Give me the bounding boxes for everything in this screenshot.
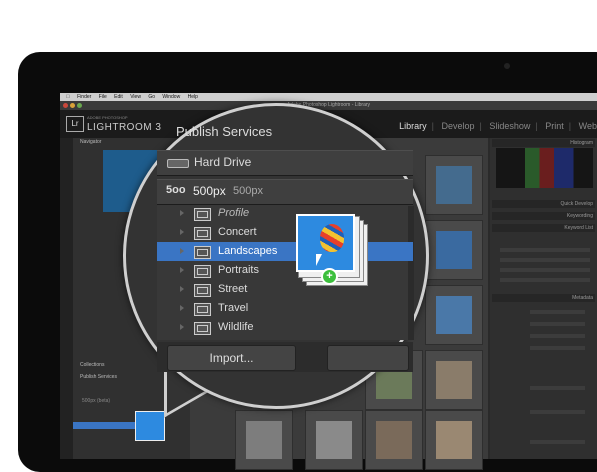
menu-bar:  Finder File Edit View Go Window Help bbox=[60, 93, 597, 101]
collection-label: Street bbox=[218, 283, 248, 295]
menu-finder[interactable]: Finder bbox=[77, 94, 91, 100]
module-separator: | bbox=[479, 121, 482, 131]
expand-arrow-icon[interactable] bbox=[180, 267, 184, 273]
keyword-row[interactable] bbox=[500, 258, 590, 262]
keyword-row[interactable] bbox=[500, 268, 590, 272]
close-window-button[interactable] bbox=[63, 103, 68, 108]
expand-arrow-icon[interactable] bbox=[180, 305, 184, 311]
thumbnail-photo bbox=[436, 231, 472, 269]
mouse-cursor-icon bbox=[316, 254, 322, 266]
collection-icon bbox=[194, 284, 211, 297]
apple-icon[interactable]:  bbox=[66, 94, 70, 100]
metadata-header[interactable]: Metadata bbox=[492, 294, 595, 302]
collection-icon bbox=[194, 208, 211, 221]
menu-window[interactable]: Window bbox=[162, 94, 180, 100]
collection-icon bbox=[194, 303, 211, 316]
metadata-field[interactable] bbox=[530, 346, 585, 350]
expand-arrow-icon[interactable] bbox=[180, 229, 184, 235]
expand-arrow-icon[interactable] bbox=[180, 210, 184, 216]
thumbnail-cell[interactable] bbox=[425, 155, 483, 215]
collection-label: Travel bbox=[218, 302, 249, 314]
collection-label: Portraits bbox=[218, 264, 259, 276]
thumbnail-cell[interactable] bbox=[305, 410, 363, 470]
menu-edit[interactable]: Edit bbox=[114, 94, 123, 100]
app-name: LIGHTROOM 3 bbox=[87, 122, 162, 133]
zoom-window-button[interactable] bbox=[77, 103, 82, 108]
metadata-field[interactable] bbox=[530, 386, 585, 390]
keyword-row[interactable] bbox=[500, 248, 590, 252]
webcam-icon bbox=[504, 63, 510, 69]
publish-services-header[interactable]: Publish Services bbox=[80, 374, 117, 380]
module-picker: Library | Develop | Slideshow | Print | Web bbox=[399, 121, 597, 131]
service-account: 500px bbox=[233, 185, 263, 197]
thumbnail-photo bbox=[246, 421, 282, 459]
keywording-header[interactable]: Keywording bbox=[492, 212, 595, 220]
keyword-row[interactable] bbox=[500, 278, 590, 282]
module-develop[interactable]: Develop bbox=[442, 121, 475, 131]
thumbnail-cell[interactable] bbox=[425, 410, 483, 470]
collection-label: Concert bbox=[218, 226, 257, 238]
lightroom-logo: Lr bbox=[66, 116, 84, 132]
metadata-field[interactable] bbox=[530, 410, 585, 414]
collection-icon bbox=[194, 246, 211, 259]
module-separator: | bbox=[431, 121, 434, 131]
hard-drive-label: Hard Drive bbox=[194, 155, 252, 169]
window-titlebar: Adobe Photoshop Lightroom - Library bbox=[60, 101, 597, 110]
mini-service-label[interactable]: 500px (beta) bbox=[82, 398, 110, 404]
module-web[interactable]: Web bbox=[579, 121, 597, 131]
dragged-photo[interactable] bbox=[296, 214, 355, 272]
module-slideshow[interactable]: Slideshow bbox=[489, 121, 530, 131]
thumbnail-photo bbox=[436, 421, 472, 459]
module-separator: | bbox=[535, 121, 538, 131]
thumbnail-cell[interactable] bbox=[235, 410, 293, 470]
balloon-image bbox=[320, 224, 344, 252]
menu-view[interactable]: View bbox=[130, 94, 141, 100]
navigator-header[interactable]: Navigator bbox=[80, 139, 101, 145]
collections-header[interactable]: Collections bbox=[80, 362, 104, 368]
thumbnail-cell[interactable] bbox=[365, 410, 423, 470]
menu-file[interactable]: File bbox=[99, 94, 107, 100]
hard-drive-icon bbox=[167, 159, 189, 168]
left-panel-edge bbox=[60, 138, 73, 459]
quick-develop-header[interactable]: Quick Develop bbox=[492, 200, 595, 208]
collection-icon bbox=[194, 265, 211, 278]
thumbnail-photo bbox=[436, 296, 472, 334]
minimize-window-button[interactable] bbox=[70, 103, 75, 108]
keyword-list-header[interactable]: Keyword List bbox=[492, 224, 595, 232]
app-subtitle: ADOBE PHOTOSHOP bbox=[87, 115, 128, 120]
500px-logo-icon: 5oo bbox=[166, 184, 186, 196]
expand-arrow-icon[interactable] bbox=[180, 286, 184, 292]
thumbnail-photo bbox=[376, 421, 412, 459]
thumbnail-photo bbox=[316, 421, 352, 459]
menu-go[interactable]: Go bbox=[148, 94, 155, 100]
module-separator: | bbox=[568, 121, 572, 131]
module-print[interactable]: Print bbox=[545, 121, 564, 131]
collection-icon bbox=[194, 322, 211, 335]
thumbnail-cell[interactable] bbox=[425, 285, 483, 345]
thumbnail-photo bbox=[436, 166, 472, 204]
mini-drag-thumbnail bbox=[135, 411, 165, 441]
metadata-field[interactable] bbox=[530, 310, 585, 314]
collection-label: Wildlife bbox=[218, 321, 254, 333]
module-library[interactable]: Library bbox=[399, 121, 427, 131]
metadata-field[interactable] bbox=[530, 440, 585, 444]
thumbnail-photo bbox=[436, 361, 472, 399]
collection-label: Profile bbox=[218, 207, 250, 219]
import-button[interactable]: Import... bbox=[167, 345, 296, 371]
expand-arrow-icon[interactable] bbox=[180, 248, 184, 254]
thumbnail-cell[interactable] bbox=[425, 220, 483, 280]
service-name: 500px bbox=[193, 184, 226, 198]
publish-services-title: Publish Services bbox=[176, 124, 273, 139]
metadata-field[interactable] bbox=[530, 322, 585, 326]
add-plus-icon: + bbox=[321, 268, 338, 285]
expand-arrow-icon[interactable] bbox=[180, 324, 184, 330]
histogram-graph bbox=[496, 148, 593, 188]
menu-help[interactable]: Help bbox=[188, 94, 198, 100]
thumbnail-cell[interactable] bbox=[425, 350, 483, 410]
metadata-field[interactable] bbox=[530, 334, 585, 338]
histogram-header[interactable]: Histogram bbox=[492, 139, 595, 147]
collection-label: Landscapes bbox=[218, 245, 278, 257]
export-button[interactable] bbox=[327, 345, 409, 371]
collection-icon bbox=[194, 227, 211, 240]
